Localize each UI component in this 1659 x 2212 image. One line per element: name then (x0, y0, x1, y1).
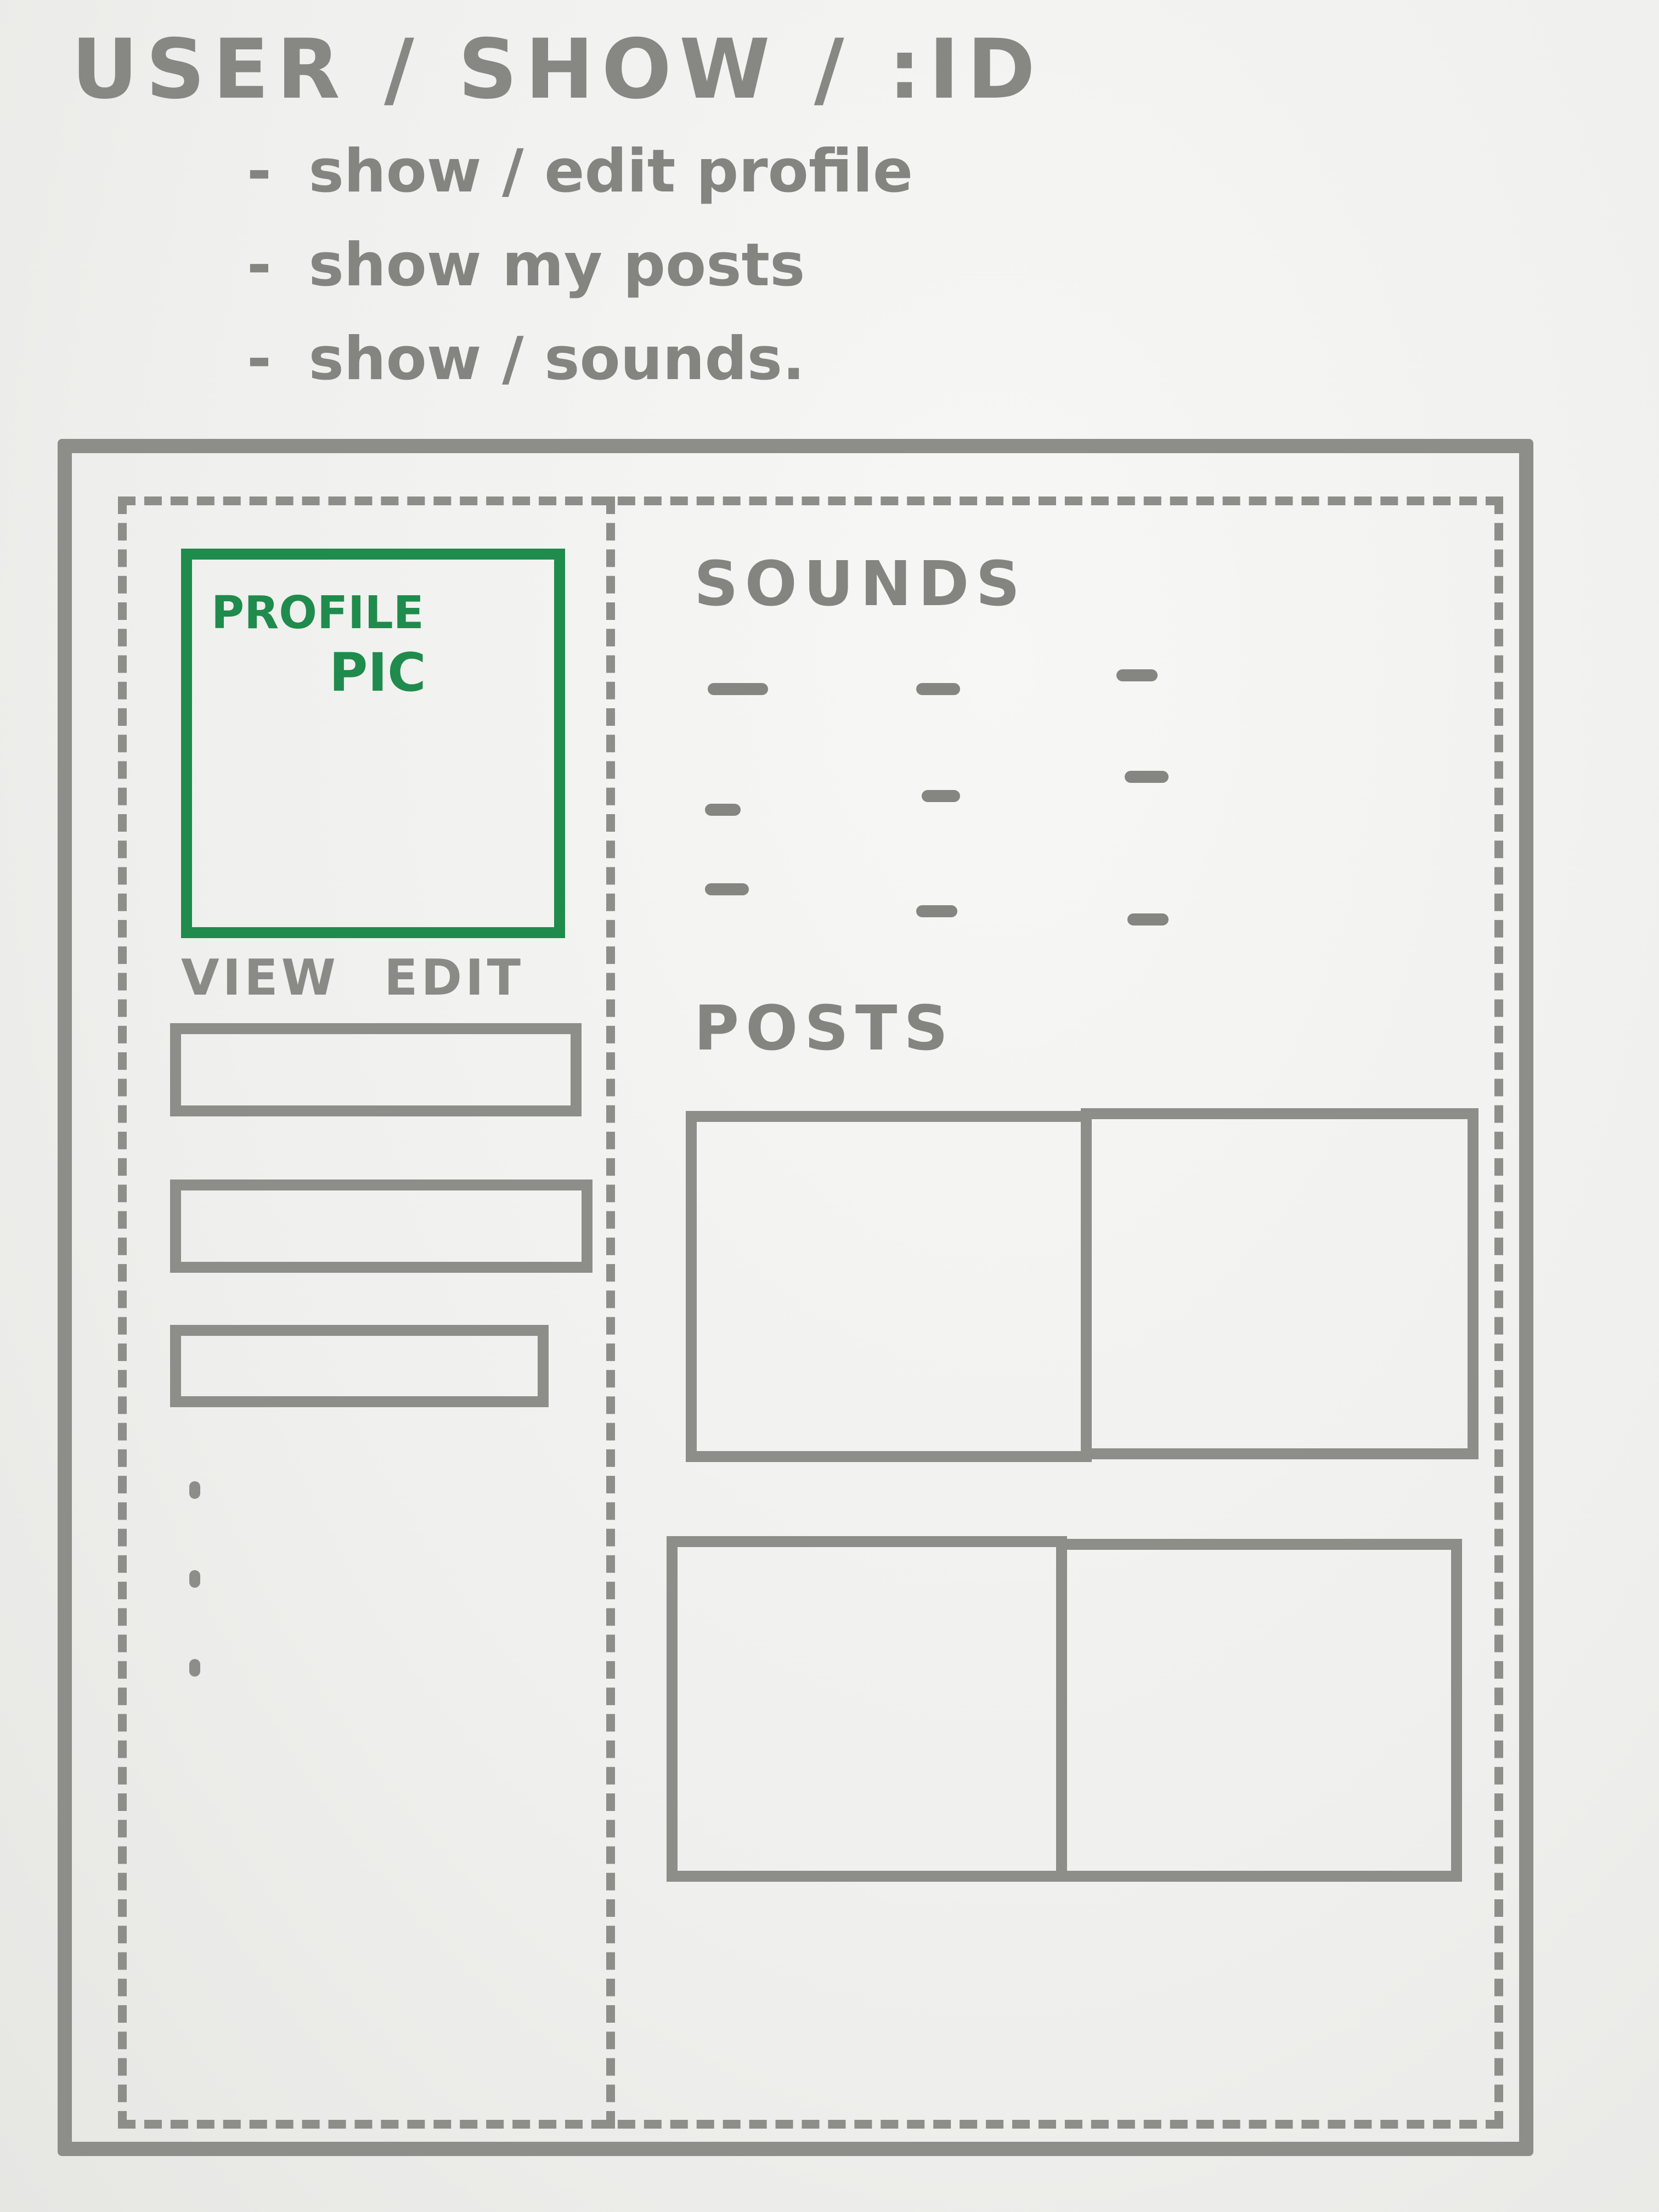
page-title: USER / SHOW / :ID (71, 22, 1043, 117)
post-card[interactable] (1081, 1108, 1479, 1459)
requirement-item: - show my posts (247, 231, 913, 300)
sound-item[interactable] (1116, 669, 1158, 681)
ellipsis-dot (189, 1481, 200, 1499)
post-card[interactable] (667, 1536, 1067, 1882)
more-fields-indicator (189, 1481, 200, 1748)
bullet-dash: - (247, 137, 272, 206)
requirement-text: show / sounds. (308, 325, 805, 393)
requirement-item: - show / sounds. (247, 325, 913, 393)
sound-item[interactable] (1127, 913, 1169, 926)
view-profile-button[interactable]: VIEW (181, 949, 339, 1007)
requirement-text: show / edit profile (308, 137, 913, 206)
sound-item[interactable] (708, 683, 768, 695)
bullet-dash: - (247, 231, 272, 300)
profile-field[interactable] (170, 1325, 549, 1407)
sounds-heading: SOUNDS (694, 549, 1027, 620)
posts-heading: POSTS (694, 993, 955, 1064)
requirements-list: - show / edit profile - show my posts - … (247, 137, 913, 419)
sound-item[interactable] (1125, 771, 1169, 783)
sound-item[interactable] (922, 790, 960, 802)
profile-pic[interactable]: PROFILE PIC (181, 549, 565, 938)
ellipsis-dot (189, 1570, 200, 1588)
sidebar-divider (606, 496, 615, 2129)
sound-item[interactable] (916, 683, 960, 695)
bullet-dash: - (247, 325, 272, 393)
profile-pic-label: PROFILE (211, 587, 424, 639)
edit-profile-button[interactable]: EDIT (384, 949, 524, 1007)
post-card[interactable] (686, 1111, 1092, 1462)
sound-item[interactable] (705, 804, 741, 816)
profile-field[interactable] (170, 1180, 592, 1273)
sound-item[interactable] (705, 883, 749, 895)
post-card[interactable] (1056, 1539, 1462, 1882)
profile-field[interactable] (170, 1023, 582, 1116)
ellipsis-dot (189, 1659, 200, 1677)
profile-pic-label: PIC (329, 642, 426, 703)
requirement-item: - show / edit profile (247, 137, 913, 206)
sound-item[interactable] (916, 905, 957, 917)
requirement-text: show my posts (308, 231, 805, 300)
